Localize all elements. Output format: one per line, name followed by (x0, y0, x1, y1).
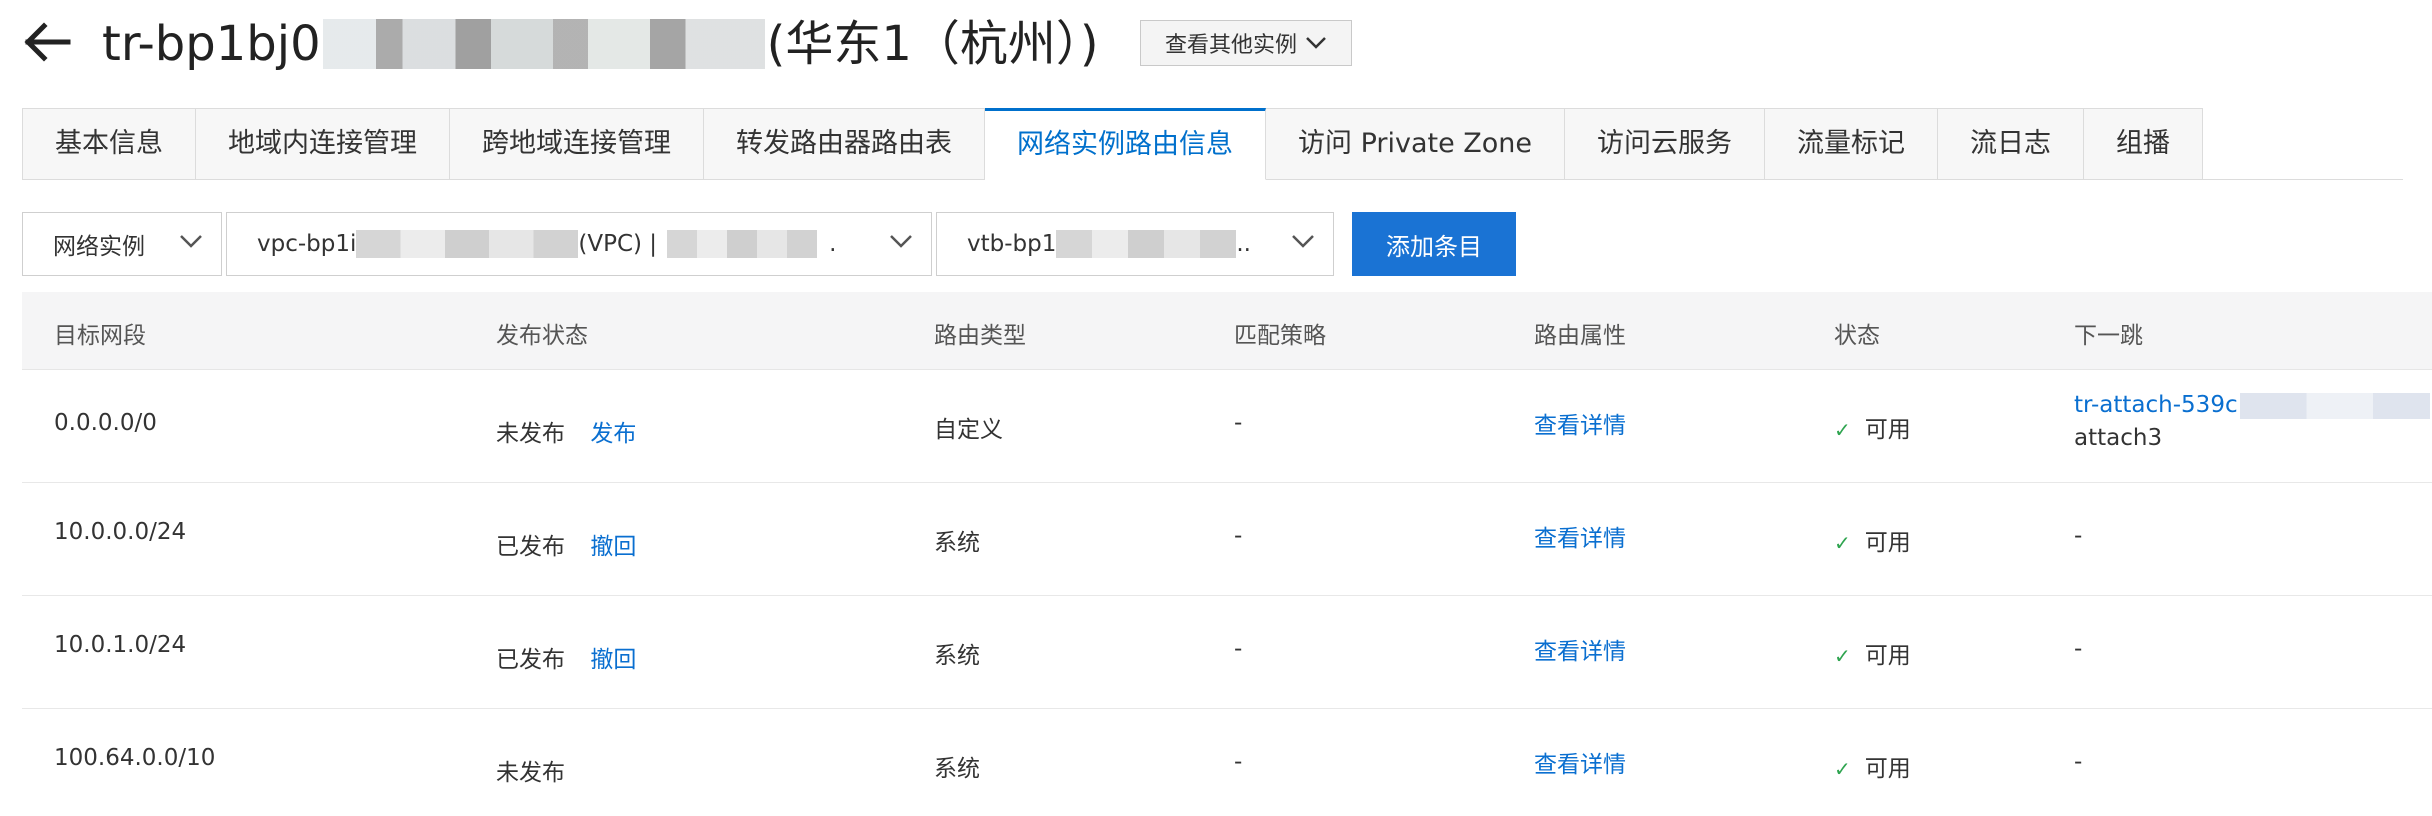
column-header-policy: 匹配策略 (1234, 323, 1326, 349)
cell-status: ✓ 可用 (1834, 523, 1911, 557)
column-header-next-hop: 下一跳 (2074, 323, 2143, 349)
tab-intra-region[interactable]: 地域内连接管理 (196, 108, 450, 180)
redacted-mask (2239, 392, 2430, 419)
column-header-publish-status: 发布状态 (496, 323, 588, 349)
publish-status-text: 未发布 (496, 760, 565, 786)
cell-cidr: 100.64.0.0/10 (54, 745, 216, 771)
publish-status-text: 已发布 (496, 534, 565, 560)
publish-link[interactable]: 发布 (590, 421, 636, 447)
cell-policy: - (1234, 410, 1243, 436)
table-row: 100.64.0.0/10 未发布 系统 - 查看详情 ✓ 可用 - (22, 709, 2432, 816)
cell-publish-status: 未发布 (496, 753, 565, 787)
check-icon: ✓ (1834, 531, 1851, 555)
cell-cidr: 10.0.1.0/24 (54, 632, 187, 658)
status-text: 可用 (1864, 530, 1911, 556)
chevron-down-icon (890, 235, 912, 248)
vtb-select[interactable]: vtb-bp1 .. (936, 212, 1334, 276)
cell-next-hop: - (2074, 749, 2083, 775)
cell-policy: - (1234, 749, 1243, 775)
tab-multicast[interactable]: 组播 (2084, 108, 2204, 180)
publish-status-text: 已发布 (496, 647, 565, 673)
cell-publish-status: 已发布 撤回 (496, 527, 636, 561)
tab-tr-route-table[interactable]: 转发路由器路由表 (704, 108, 985, 180)
view-details-link[interactable]: 查看详情 (1534, 406, 1626, 440)
column-header-cidr: 目标网段 (54, 323, 146, 349)
cell-next-hop: - (2074, 523, 2083, 549)
status-text: 可用 (1864, 756, 1911, 782)
cell-route-type: 系统 (934, 530, 980, 556)
column-header-route-attr: 路由属性 (1534, 323, 1626, 349)
page: tr-bp1bj0 (华东1（杭州）) 查看其他实例 基本信息 地域内连接管理 … (0, 0, 2432, 816)
tab-cross-region[interactable]: 跨地域连接管理 (450, 108, 704, 180)
check-icon: ✓ (1834, 644, 1851, 668)
cell-publish-status: 已发布 撤回 (496, 640, 636, 674)
table-row: 0.0.0.0/0 未发布 发布 自定义 - 查看详情 ✓ 可用 tr-attac… (22, 370, 2432, 483)
title-region: (华东1（杭州）) (766, 16, 1099, 72)
tab-bar: 基本信息 地域内连接管理 跨地域连接管理 转发路由器路由表 网络实例路由信息 访… (22, 108, 2404, 180)
other-instances-dropdown[interactable]: 查看其他实例 (1140, 20, 1352, 66)
vpc-suffix: . (829, 231, 837, 257)
cell-policy: - (1234, 636, 1243, 662)
route-table: 目标网段 发布状态 路由类型 匹配策略 路由属性 状态 下一跳 0.0.0.0/… (22, 292, 2432, 816)
vtb-prefix: vtb-bp1 (967, 231, 1057, 257)
filter-bar: 网络实例 vpc-bp1i (VPC) | . vtb-bp1 .. 添加条目 (22, 212, 1516, 276)
other-instances-label: 查看其他实例 (1164, 33, 1297, 58)
cell-status: ✓ 可用 (1834, 410, 1911, 444)
next-hop-sub: attach3 (2074, 424, 2163, 451)
view-details-link[interactable]: 查看详情 (1534, 519, 1626, 553)
cell-cidr: 10.0.0.0/24 (54, 519, 187, 545)
view-details-link[interactable]: 查看详情 (1534, 745, 1626, 779)
vtb-suffix: .. (1236, 231, 1251, 257)
title-bar: tr-bp1bj0 (华东1（杭州）) 查看其他实例 (0, 0, 2432, 90)
cell-route-type: 自定义 (934, 417, 1003, 443)
status-text: 可用 (1864, 417, 1911, 443)
chevron-down-icon (180, 235, 202, 248)
redacted-mask (356, 230, 579, 258)
column-header-status: 状态 (1834, 323, 1880, 349)
tab-basic-info[interactable]: 基本信息 (22, 108, 196, 180)
redacted-mask (1056, 230, 1237, 258)
table-header: 目标网段 发布状态 路由类型 匹配策略 路由属性 状态 下一跳 (22, 292, 2432, 370)
cell-next-hop: tr-attach-539c attach3 (2074, 392, 2432, 451)
check-icon: ✓ (1834, 418, 1851, 442)
cell-cidr: 0.0.0.0/0 (54, 410, 157, 436)
cell-route-type: 系统 (934, 643, 980, 669)
next-hop-link[interactable]: tr-attach-539c (2074, 392, 2238, 418)
tab-private-zone[interactable]: 访问 Private Zone (1266, 108, 1566, 180)
table-row: 10.0.1.0/24 已发布 撤回 系统 - 查看详情 ✓ 可用 - (22, 596, 2432, 709)
vpc-prefix: vpc-bp1i (257, 231, 357, 257)
redacted-mask (322, 19, 765, 69)
cell-next-hop: - (2074, 636, 2083, 662)
chevron-down-icon (1306, 37, 1326, 49)
page-title: tr-bp1bj0 (华东1（杭州）) (102, 4, 1099, 84)
chevron-down-icon (1292, 235, 1314, 248)
cell-publish-status: 未发布 发布 (496, 414, 636, 448)
cell-status: ✓ 可用 (1834, 749, 1911, 783)
publish-status-text: 未发布 (496, 421, 565, 447)
vpc-select[interactable]: vpc-bp1i (VPC) | . (226, 212, 932, 276)
revoke-link[interactable]: 撤回 (590, 647, 636, 673)
tab-traffic-marking[interactable]: 流量标记 (1765, 108, 1939, 180)
tab-flow-log[interactable]: 流日志 (1938, 108, 2085, 180)
revoke-link[interactable]: 撤回 (590, 534, 636, 560)
tab-instance-routes[interactable]: 网络实例路由信息 (985, 108, 1266, 180)
arrow-left-icon (24, 22, 71, 62)
cell-route-type: 系统 (934, 756, 980, 782)
back-button[interactable] (18, 16, 76, 68)
add-entry-button[interactable]: 添加条目 (1352, 212, 1516, 276)
column-header-route-type: 路由类型 (934, 323, 1026, 349)
instance-type-value: 网络实例 (53, 234, 145, 260)
vpc-mid: (VPC) | (578, 231, 658, 257)
cell-status: ✓ 可用 (1834, 636, 1911, 670)
check-icon: ✓ (1834, 757, 1851, 781)
view-details-link[interactable]: 查看详情 (1534, 632, 1626, 666)
instance-type-select[interactable]: 网络实例 (22, 212, 222, 276)
tab-cloud-service[interactable]: 访问云服务 (1565, 108, 1766, 180)
cell-policy: - (1234, 523, 1243, 549)
table-row: 10.0.0.0/24 已发布 撤回 系统 - 查看详情 ✓ 可用 - (22, 483, 2432, 596)
redacted-mask (667, 230, 818, 258)
title-prefix: tr-bp1bj0 (102, 16, 321, 72)
status-text: 可用 (1864, 643, 1911, 669)
